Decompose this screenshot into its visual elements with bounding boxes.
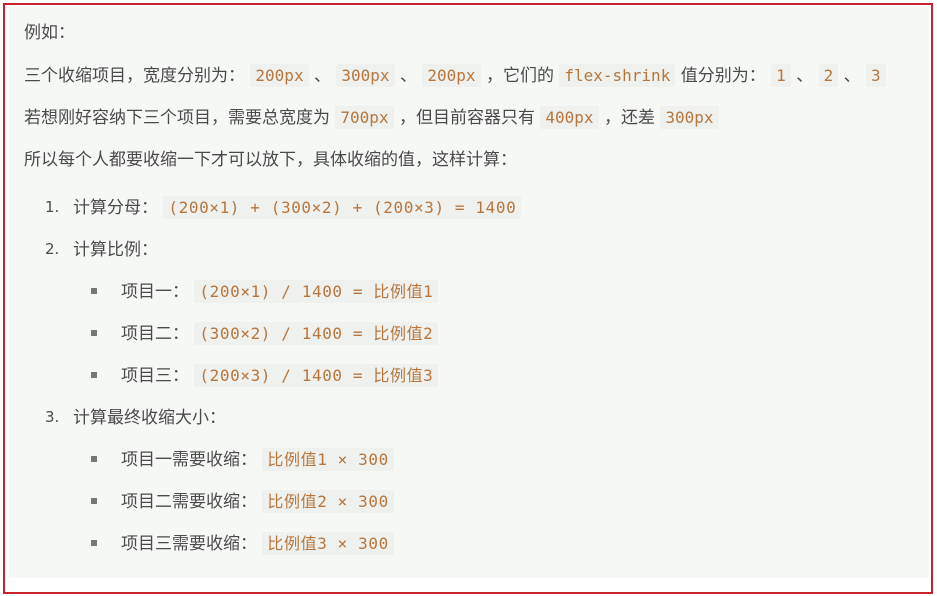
step-1-label: 计算分母： [73, 198, 158, 218]
step-1-number: 1. [45, 198, 60, 216]
step-3-subitem-3: 项目三需要收缩： 比例值3 × 300 [121, 532, 394, 556]
step-2-item: 计算比例： [73, 238, 158, 262]
total-mid: ，但目前容器只有 [398, 108, 535, 128]
step-3-subitem-1: 项目一需要收缩： 比例值1 × 300 [121, 448, 394, 472]
values-sep-2: 、 [843, 66, 861, 86]
width-code-1: 200px [250, 64, 309, 87]
total-width-code: 700px [335, 106, 394, 129]
step-2-subitem-1-label: 项目一： [121, 282, 189, 302]
document-frame: 例如： 三个收缩项目，宽度分别为： 200px 、 300px 、 200px … [3, 3, 933, 594]
step-3-subitem-2: 项目二需要收缩： 比例值2 × 300 [121, 490, 394, 514]
step-2-bullet-3 [91, 372, 97, 378]
document-content: 例如： 三个收缩项目，宽度分别为： 200px 、 300px 、 200px … [9, 7, 929, 578]
flex-shrink-code: flex-shrink [559, 64, 676, 87]
widths-sep-2: 、 [399, 66, 417, 86]
step-1-formula: (200×1) + (300×2) + (200×3) = 1400 [163, 196, 522, 219]
step-3-subitem-1-label: 项目一需要收缩： [121, 450, 257, 470]
step-2-subitem-2: 项目二： (300×2) / 1400 = 比例值2 [121, 322, 439, 346]
step-3-number: 3. [45, 408, 60, 426]
shrink-value-3: 3 [866, 64, 886, 87]
values-sep-1: 、 [796, 66, 814, 86]
intro-example-heading: 例如： [24, 21, 75, 45]
step-2-bullet-1 [91, 288, 97, 294]
intro-line4-text: 所以每个人都要收缩一下才可以放下，具体收缩的值，这样计算： [24, 150, 517, 170]
step-3-bullet-3 [91, 540, 97, 546]
step-3-subitem-2-label: 项目二需要收缩： [121, 492, 257, 512]
container-width-code: 400px [540, 106, 599, 129]
shrink-value-1: 1 [771, 64, 791, 87]
step-3-item: 计算最终收缩大小： [73, 406, 226, 430]
intro-explanation-line: 所以每个人都要收缩一下才可以放下，具体收缩的值，这样计算： [24, 148, 517, 172]
step-2-subitem-3-label: 项目三： [121, 366, 189, 386]
step-1-item: 计算分母： (200×1) + (300×2) + (200×3) = 1400 [73, 196, 522, 220]
step-2-subitem-1: 项目一： (200×1) / 1400 = 比例值1 [121, 280, 439, 304]
step-2-bullet-2 [91, 330, 97, 336]
step-3-subitem-3-formula: 比例值3 × 300 [262, 532, 394, 555]
step-2-label: 计算比例： [73, 240, 158, 260]
step-2-subitem-3: 项目三： (200×3) / 1400 = 比例值3 [121, 364, 439, 388]
intro-total-line: 若想刚好容纳下三个项目，需要总宽度为 700px ，但目前容器只有 400px … [24, 106, 719, 130]
widths-sep-1: 、 [313, 66, 331, 86]
step-3-label: 计算最终收缩大小： [73, 408, 226, 428]
width-code-3: 200px [422, 64, 481, 87]
intro-widths-line: 三个收缩项目，宽度分别为： 200px 、 300px 、 200px ，它们的… [24, 64, 886, 88]
step-3-subitem-3-label: 项目三需要收缩： [121, 534, 257, 554]
step-2-number: 2. [45, 240, 60, 258]
step-3-subitem-1-formula: 比例值1 × 300 [262, 448, 394, 471]
difference-code: 300px [660, 106, 719, 129]
total-mid-2: ，还差 [603, 108, 655, 128]
step-2-subitem-3-formula: (200×3) / 1400 = 比例值3 [194, 364, 439, 387]
step-3-bullet-1 [91, 456, 97, 462]
step-2-subitem-1-formula: (200×1) / 1400 = 比例值1 [194, 280, 439, 303]
step-2-subitem-2-formula: (300×2) / 1400 = 比例值2 [194, 322, 439, 345]
shrink-value-2: 2 [818, 64, 839, 87]
widths-prefix: 三个收缩项目，宽度分别为： [24, 66, 245, 86]
step-3-bullet-2 [91, 498, 97, 504]
total-prefix: 若想刚好容纳下三个项目，需要总宽度为 [24, 108, 330, 128]
widths-mid: ，它们的 [485, 66, 554, 86]
step-3-subitem-2-formula: 比例值2 × 300 [262, 490, 394, 513]
width-code-2: 300px [336, 64, 395, 87]
step-2-subitem-2-label: 项目二： [121, 324, 189, 344]
widths-mid-2: 值分别为： [680, 66, 766, 86]
intro-line1-text: 例如： [24, 23, 75, 43]
